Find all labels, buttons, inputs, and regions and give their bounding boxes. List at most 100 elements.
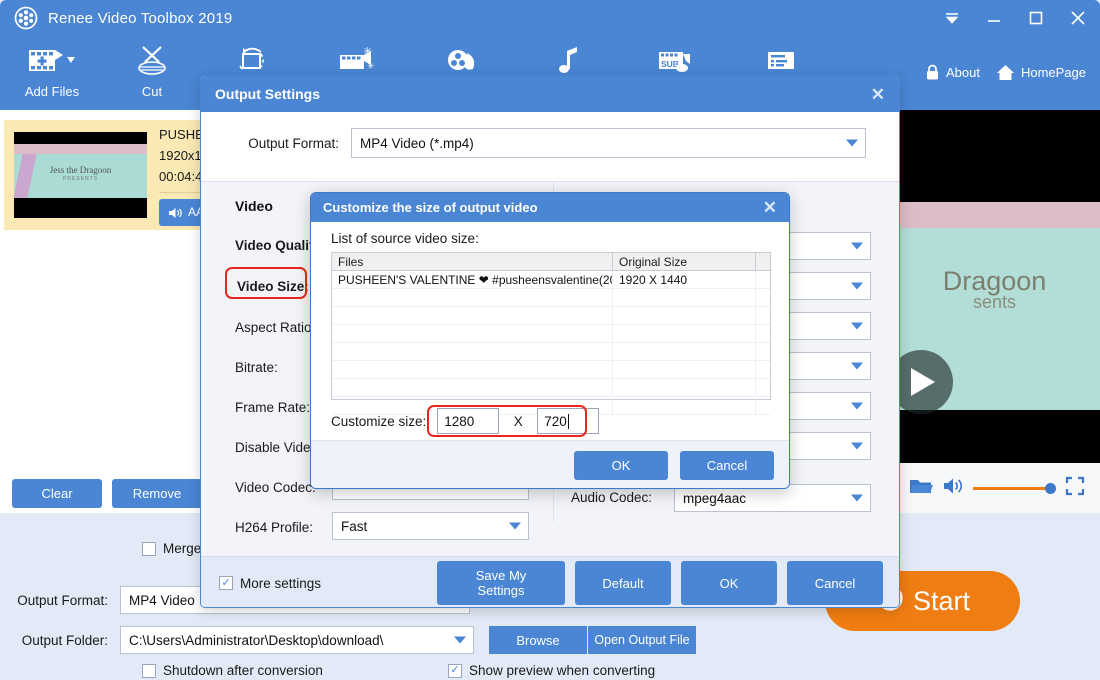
chevron-down-icon (454, 637, 466, 644)
output-folder-select[interactable]: C:\Users\Administrator\Desktop\download\ (120, 626, 474, 654)
output-folder-row: Output Folder: C:\Users\Administrator\De… (0, 626, 696, 654)
shutdown-row: Shutdown after conversion (142, 663, 323, 678)
remove-button[interactable]: Remove (112, 479, 202, 508)
table-header-row: Files Original Size (332, 253, 770, 271)
close-icon[interactable]: ✕ (871, 86, 885, 103)
show-preview-checkbox[interactable]: ✓ Show preview when converting (448, 663, 655, 678)
output-format-value-dialog: MP4 Video (*.mp4) (360, 136, 474, 151)
add-files-icon (27, 40, 77, 80)
svg-text:✳: ✳ (367, 61, 375, 71)
toolbar-item-cut[interactable]: Cut (104, 36, 200, 99)
subtitle-icon: SUB (653, 40, 697, 80)
open-folder-icon[interactable] (909, 476, 933, 501)
show-preview-row: ✓ Show preview when converting (448, 663, 655, 678)
cell-file-name: PUSHEEN'S VALENTINE ❤ #pusheensvalentine… (332, 271, 613, 288)
thumb-band-pink (14, 144, 147, 154)
frame-rate-label: Frame Rate: (235, 400, 310, 415)
play-icon (911, 368, 935, 396)
shutdown-checkbox-box (142, 664, 156, 678)
volume-slider[interactable] (973, 487, 1051, 490)
customize-size-footer: OK Cancel (311, 440, 790, 489)
window-controls (942, 8, 1088, 28)
table-row[interactable]: PUSHEEN'S VALENTINE ❤ #pusheensvalentine… (332, 271, 770, 289)
table-row-empty (332, 361, 770, 379)
app-title: Renee Video Toolbox 2019 (48, 10, 232, 27)
more-settings-checkbox-box: ✓ (219, 576, 233, 590)
chevron-down-icon (509, 523, 521, 530)
thumb-sub-text: PRESENTS (14, 176, 147, 182)
film-reel-icon (14, 6, 38, 30)
table-row-empty (332, 379, 770, 397)
show-preview-label: Show preview when converting (469, 663, 655, 678)
source-list-label: List of source video size: (331, 231, 479, 246)
open-output-file-button[interactable]: Open Output File (588, 626, 696, 654)
preview-video-subtext: sents (889, 292, 1100, 313)
output-settings-titlebar: Output Settings ✕ (201, 76, 899, 112)
merge-checkbox[interactable]: Merge (142, 541, 201, 556)
audio-codec-value: mpeg4aac (683, 491, 746, 506)
show-preview-checkbox-box: ✓ (448, 664, 462, 678)
effects-film-icon: ✳ ✳ (336, 40, 380, 80)
close-icon[interactable] (1068, 8, 1088, 28)
cancel-button[interactable]: Cancel (787, 561, 883, 605)
output-settings-title: Output Settings (215, 86, 320, 102)
more-settings-label: More settings (240, 576, 321, 591)
audio-codec-label: Audio Codec: (571, 490, 652, 505)
browse-button[interactable]: Browse (489, 626, 587, 654)
table-row-empty (332, 343, 770, 361)
toolbar-item-add-files[interactable]: Add Files (0, 36, 104, 99)
minimize-icon[interactable] (984, 8, 1004, 28)
bitrate-label: Bitrate: (235, 360, 278, 375)
width-input[interactable]: 1280 (437, 408, 499, 434)
column-header-extra[interactable] (756, 253, 770, 270)
save-my-settings-button[interactable]: Save My Settings (437, 561, 565, 605)
shutdown-checkbox[interactable]: Shutdown after conversion (142, 663, 323, 678)
homepage-link[interactable]: HomePage (996, 64, 1086, 81)
column-header-files[interactable]: Files (332, 253, 613, 270)
start-label: Start (913, 586, 970, 617)
table-row-empty (332, 325, 770, 343)
text-cursor (568, 414, 569, 429)
app-branding: Renee Video Toolbox 2019 (14, 6, 232, 30)
chevron-down-icon (851, 363, 863, 370)
height-input[interactable]: 720 (537, 408, 599, 434)
fullscreen-icon[interactable] (1065, 476, 1085, 501)
volume-icon[interactable] (943, 477, 963, 500)
help-links: About HomePage (925, 64, 1086, 81)
chevron-down-icon (851, 243, 863, 250)
more-settings-checkbox[interactable]: ✓ More settings (219, 576, 321, 591)
h264-profile-value: Fast (341, 519, 367, 534)
video-preview[interactable]: Dragoon sents (889, 110, 1100, 513)
about-link[interactable]: About (925, 64, 980, 81)
thumb-title-text: Jess the Dragoon (14, 165, 147, 175)
volume-slider-knob[interactable] (1045, 483, 1056, 494)
toolbar-label-cut: Cut (142, 84, 162, 99)
crop-rotate-icon (233, 40, 273, 80)
shutdown-label: Shutdown after conversion (163, 663, 323, 678)
preview-band-pink (889, 202, 1100, 228)
chevron-down-icon[interactable] (942, 8, 962, 28)
ok-button[interactable]: OK (681, 561, 777, 605)
speaker-icon (168, 207, 182, 219)
clear-button[interactable]: Clear (12, 479, 102, 508)
maximize-icon[interactable] (1026, 8, 1046, 28)
default-button[interactable]: Default (575, 561, 671, 605)
column-header-original-size[interactable]: Original Size (613, 253, 756, 270)
home-icon (996, 64, 1015, 81)
info-list-icon (763, 40, 799, 80)
merge-checkbox-box (142, 542, 156, 556)
customize-cancel-button[interactable]: Cancel (680, 451, 774, 480)
close-icon[interactable]: ✕ (763, 199, 777, 216)
aspect-ratio-label: Aspect Ratio: (235, 320, 315, 335)
customize-size-row: Customize size: 1280 X 720 (331, 408, 599, 434)
customize-ok-button[interactable]: OK (574, 451, 668, 480)
output-format-select-dialog[interactable]: MP4 Video (*.mp4) (351, 128, 866, 158)
table-row-empty (332, 289, 770, 307)
output-folder-label: Output Folder: (0, 633, 120, 648)
lock-icon (925, 64, 940, 81)
h264-profile-select[interactable]: Fast (332, 512, 529, 540)
video-size-label: Video Size: (237, 279, 309, 294)
chevron-down-icon (851, 403, 863, 410)
chevron-down-icon (851, 323, 863, 330)
output-format-label-dialog: Output Format: (201, 136, 351, 151)
